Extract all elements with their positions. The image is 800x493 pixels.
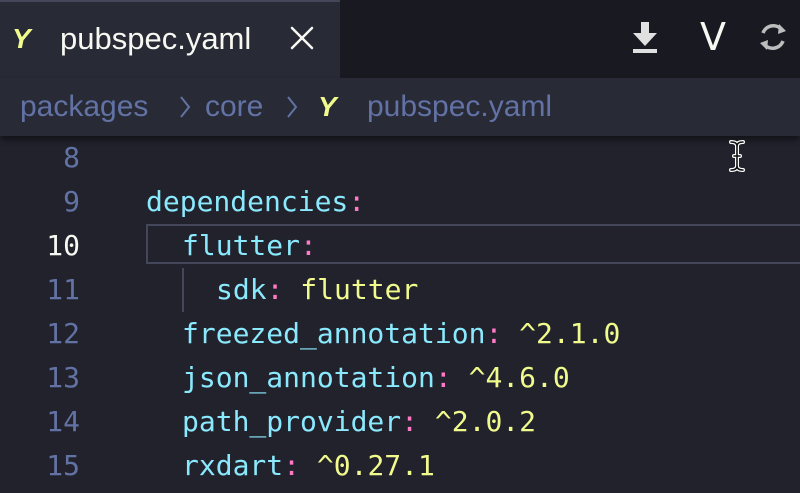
- code-text: json_annotation: ^4.6.0: [182, 360, 570, 396]
- yaml-file-icon: Y: [318, 91, 337, 122]
- tab-label: pubspec.yaml: [60, 21, 252, 56]
- code-line: 12 freezed_annotation: ^2.1.0: [0, 312, 800, 356]
- yaml-colon: :: [266, 273, 284, 306]
- breadcrumb-item-packages[interactable]: packages: [20, 88, 148, 126]
- download-icon[interactable]: [624, 16, 666, 58]
- tab-pubspec-yaml[interactable]: Y pubspec.yaml: [0, 0, 340, 78]
- code-line: 8: [0, 136, 800, 180]
- yaml-key: rxdart: [182, 449, 284, 482]
- yaml-colon: :: [300, 229, 317, 262]
- code-text: path_provider: ^2.0.2: [182, 404, 536, 440]
- chevron-right-icon: [180, 96, 191, 118]
- yaml-file-icon: Y: [12, 23, 31, 54]
- close-icon[interactable]: [288, 24, 316, 52]
- code-text: freezed_annotation: ^2.1.0: [182, 316, 620, 352]
- yaml-value: flutter: [283, 273, 419, 306]
- line-number: 9: [63, 185, 80, 218]
- breadcrumb: packages core Y pubspec.yaml: [0, 78, 800, 136]
- line-number: 8: [63, 141, 80, 174]
- yaml-value: ^2.1.0: [502, 317, 621, 350]
- yaml-value: ^2.0.2: [418, 405, 537, 438]
- yaml-colon: :: [283, 449, 301, 482]
- chevron-right-icon: [287, 96, 298, 118]
- yaml-colon: :: [485, 317, 503, 350]
- text-cursor-icon: [729, 140, 745, 172]
- yaml-value: ^0.27.1: [300, 449, 435, 482]
- breadcrumb-item-core[interactable]: core: [205, 88, 263, 126]
- code-line: 11 sdk: flutter: [0, 268, 800, 312]
- code-line: 9 dependencies:: [0, 180, 800, 224]
- code-text: flutter:: [182, 228, 317, 264]
- yaml-key: sdk: [216, 273, 267, 306]
- code-line: 14 path_provider: ^2.0.2: [0, 400, 800, 444]
- yaml-key: path_provider: [182, 405, 402, 438]
- yaml-key: json_annotation: [182, 361, 435, 394]
- line-number: 14: [46, 405, 80, 438]
- yaml-key: freezed_annotation: [182, 317, 486, 350]
- yaml-key: flutter: [182, 229, 301, 262]
- line-number: 13: [46, 361, 80, 394]
- yaml-colon: :: [348, 185, 366, 218]
- code-editor[interactable]: 8 9 dependencies: 10 flutter: 11 sdk: fl…: [0, 136, 800, 493]
- code-text: sdk: flutter: [216, 272, 418, 308]
- code-line: 13 json_annotation: ^4.6.0: [0, 356, 800, 400]
- yaml-key: dependencies: [146, 185, 349, 218]
- sync-icon[interactable]: [752, 16, 794, 58]
- yaml-value: ^4.6.0: [451, 361, 570, 394]
- line-number: 15: [46, 449, 80, 482]
- vim-mode-button[interactable]: V: [692, 16, 734, 58]
- tab-bar: Y pubspec.yaml V: [0, 0, 800, 78]
- line-number: 12: [46, 317, 80, 350]
- line-number: 10: [46, 229, 80, 262]
- breadcrumb-item-pubspec[interactable]: pubspec.yaml: [367, 88, 552, 126]
- code-text: rxdart: ^0.27.1: [182, 448, 435, 484]
- line-number: 11: [46, 273, 80, 306]
- yaml-colon: :: [401, 405, 419, 438]
- code-line-active: 10 flutter:: [0, 224, 800, 268]
- yaml-colon: :: [434, 361, 452, 394]
- code-line: 15 rxdart: ^0.27.1: [0, 444, 800, 488]
- code-text: dependencies:: [146, 184, 365, 220]
